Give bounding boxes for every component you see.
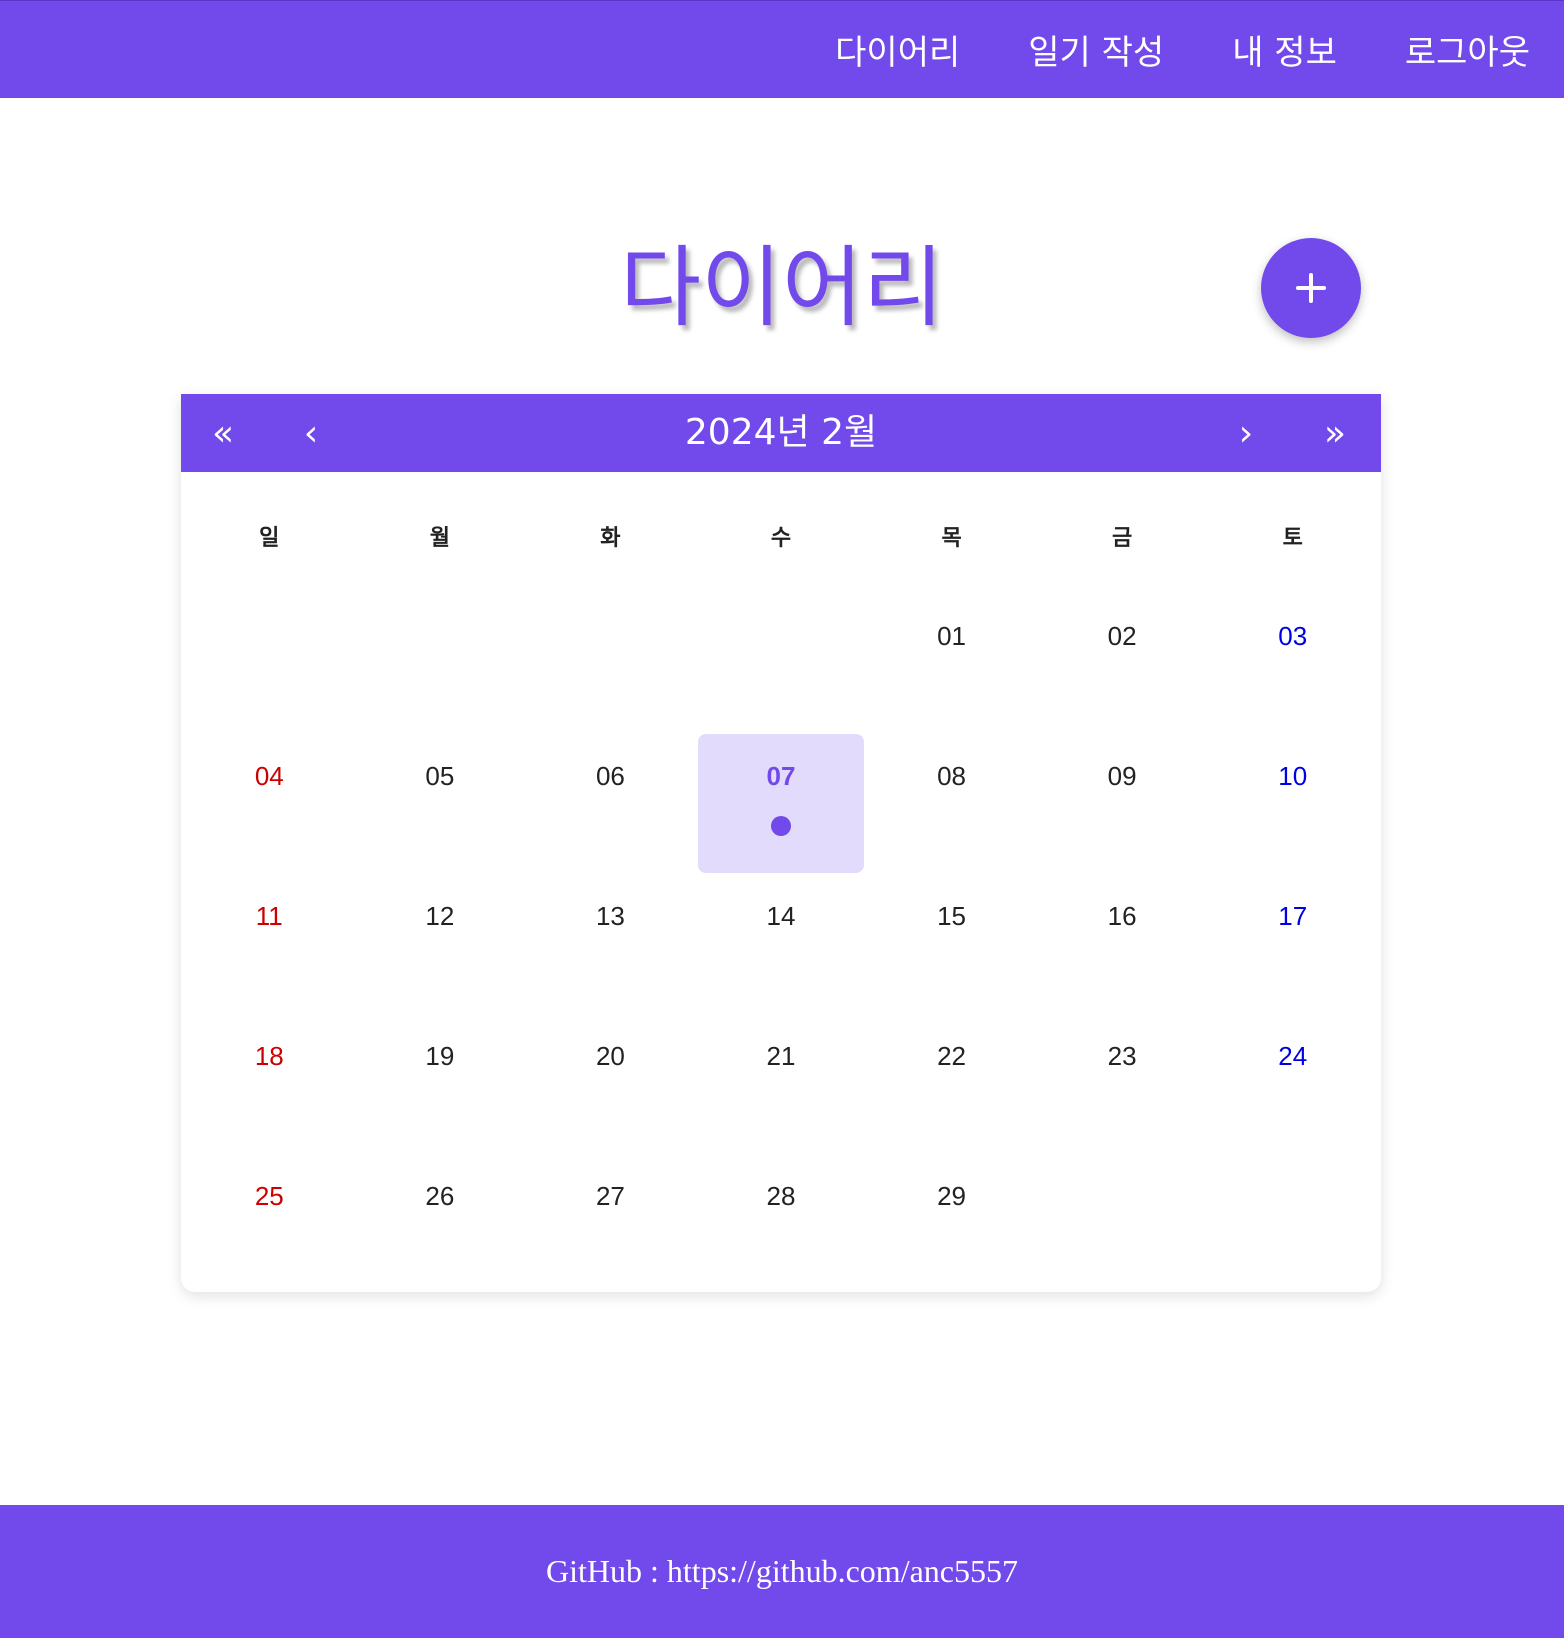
day-number: 28 bbox=[766, 1181, 796, 1211]
day-number: 29 bbox=[937, 1181, 967, 1211]
day-number: 17 bbox=[1278, 901, 1308, 931]
weekday-fri: 금 bbox=[1112, 526, 1133, 551]
day-number: 03 bbox=[1278, 621, 1308, 651]
day-number: 24 bbox=[1278, 1041, 1308, 1071]
day-number: 23 bbox=[1107, 1041, 1137, 1071]
add-entry-button[interactable] bbox=[1261, 238, 1361, 338]
day-number: 22 bbox=[937, 1041, 967, 1071]
day-number: 14 bbox=[766, 901, 796, 931]
next-year-button[interactable]: » bbox=[1305, 394, 1365, 472]
weekday-thu: 목 bbox=[941, 526, 962, 551]
day-cell[interactable]: 22 bbox=[866, 1014, 1037, 1154]
day-cell[interactable]: 21 bbox=[696, 1014, 867, 1154]
day-cell[interactable]: 05 bbox=[355, 734, 526, 874]
day-cell[interactable]: 15 bbox=[866, 874, 1037, 1014]
calendar: « ‹ 2024년 2월 › » 일 월 화 수 목 금 토 01 02 03 04 0… bbox=[181, 394, 1381, 1292]
footer: GitHub : https://github.com/anc5557 bbox=[0, 1505, 1564, 1638]
day-cell[interactable]: 27 bbox=[525, 1154, 696, 1294]
day-cell[interactable]: 19 bbox=[355, 1014, 526, 1154]
github-link[interactable]: GitHub : https://github.com/anc5557 bbox=[546, 1553, 1018, 1590]
day-cell[interactable]: 18 bbox=[184, 1014, 355, 1154]
day-number: 16 bbox=[1107, 901, 1137, 931]
day-number: 12 bbox=[425, 901, 455, 931]
day-cell[interactable]: 20 bbox=[525, 1014, 696, 1154]
day-number: 08 bbox=[937, 761, 967, 791]
day-cell[interactable]: 10 bbox=[1207, 734, 1378, 874]
day-number: 13 bbox=[595, 901, 625, 931]
prev-year-button[interactable]: « bbox=[193, 394, 253, 472]
day-number: 06 bbox=[595, 761, 625, 791]
day-cell-empty bbox=[525, 594, 696, 734]
weekday-wed: 수 bbox=[770, 526, 792, 551]
day-cell[interactable]: 14 bbox=[696, 874, 867, 1014]
day-number: 02 bbox=[1107, 621, 1137, 651]
day-cell[interactable]: 23 bbox=[1037, 1014, 1208, 1154]
day-number: 10 bbox=[1278, 761, 1308, 791]
weekday-sat: 토 bbox=[1282, 526, 1303, 551]
day-cell[interactable]: 29 bbox=[866, 1154, 1037, 1294]
day-cell[interactable]: 06 bbox=[525, 734, 696, 874]
calendar-month-label[interactable]: 2024년 2월 bbox=[481, 394, 1081, 472]
weekday-sun: 일 bbox=[259, 526, 280, 551]
nav-item-my-info[interactable]: 내 정보 bbox=[1232, 25, 1337, 74]
entry-dot-icon bbox=[770, 816, 791, 836]
main-nav: 다이어리 일기 작성 내 정보 로그아웃 bbox=[767, 1, 1530, 97]
nav-item-diary[interactable]: 다이어리 bbox=[835, 25, 960, 74]
nav-item-logout[interactable]: 로그아웃 bbox=[1405, 25, 1530, 74]
day-number: 25 bbox=[254, 1181, 284, 1211]
day-number: 09 bbox=[1107, 761, 1137, 791]
day-number: 18 bbox=[254, 1041, 284, 1071]
day-cell[interactable]: 26 bbox=[355, 1154, 526, 1294]
day-cell[interactable]: 12 bbox=[355, 874, 526, 1014]
day-cell[interactable]: 07 bbox=[696, 734, 867, 874]
day-number: 21 bbox=[766, 1041, 796, 1071]
day-cell[interactable]: 24 bbox=[1207, 1014, 1378, 1154]
day-number: 07 bbox=[766, 761, 796, 791]
next-month-button[interactable]: › bbox=[1216, 394, 1276, 472]
day-cell-empty bbox=[355, 594, 526, 734]
day-cell[interactable]: 28 bbox=[696, 1154, 867, 1294]
day-number: 19 bbox=[425, 1041, 455, 1071]
calendar-header: « ‹ 2024년 2월 › » bbox=[181, 394, 1381, 472]
day-cell[interactable]: 11 bbox=[184, 874, 355, 1014]
day-cell[interactable]: 02 bbox=[1037, 594, 1208, 734]
day-number: 05 bbox=[425, 761, 455, 791]
day-cell-empty bbox=[696, 594, 867, 734]
plus-icon bbox=[1296, 273, 1326, 303]
nav-item-write-diary[interactable]: 일기 작성 bbox=[1028, 25, 1164, 74]
day-number: 04 bbox=[254, 761, 284, 791]
day-cell[interactable]: 09 bbox=[1037, 734, 1208, 874]
day-number: 20 bbox=[595, 1041, 625, 1071]
day-cell[interactable]: 08 bbox=[866, 734, 1037, 874]
day-cell[interactable]: 04 bbox=[184, 734, 355, 874]
days-grid: 01 02 03 04 05 06 07 08 09 10 11 12 13 14 15 16 17 18 19 20… bbox=[181, 594, 1381, 1294]
prev-month-button[interactable]: ‹ bbox=[281, 394, 341, 472]
top-navbar: 다이어리 일기 작성 내 정보 로그아웃 bbox=[0, 0, 1564, 98]
weekday-tue: 화 bbox=[600, 526, 621, 551]
day-cell[interactable]: 25 bbox=[184, 1154, 355, 1294]
day-cell-empty bbox=[184, 594, 355, 734]
weekday-row: 일 월 화 수 목 금 토 bbox=[181, 524, 1381, 554]
weekday-mon: 월 bbox=[429, 526, 450, 551]
day-cell[interactable]: 03 bbox=[1207, 594, 1378, 734]
day-cell[interactable]: 01 bbox=[866, 594, 1037, 734]
day-number: 01 bbox=[937, 621, 967, 651]
day-cell[interactable]: 16 bbox=[1037, 874, 1208, 1014]
day-cell[interactable]: 13 bbox=[525, 874, 696, 1014]
day-number: 26 bbox=[425, 1181, 455, 1211]
day-number: 15 bbox=[937, 901, 967, 931]
day-number: 11 bbox=[255, 901, 283, 931]
day-cell[interactable]: 17 bbox=[1207, 874, 1378, 1014]
day-number: 27 bbox=[595, 1181, 625, 1211]
